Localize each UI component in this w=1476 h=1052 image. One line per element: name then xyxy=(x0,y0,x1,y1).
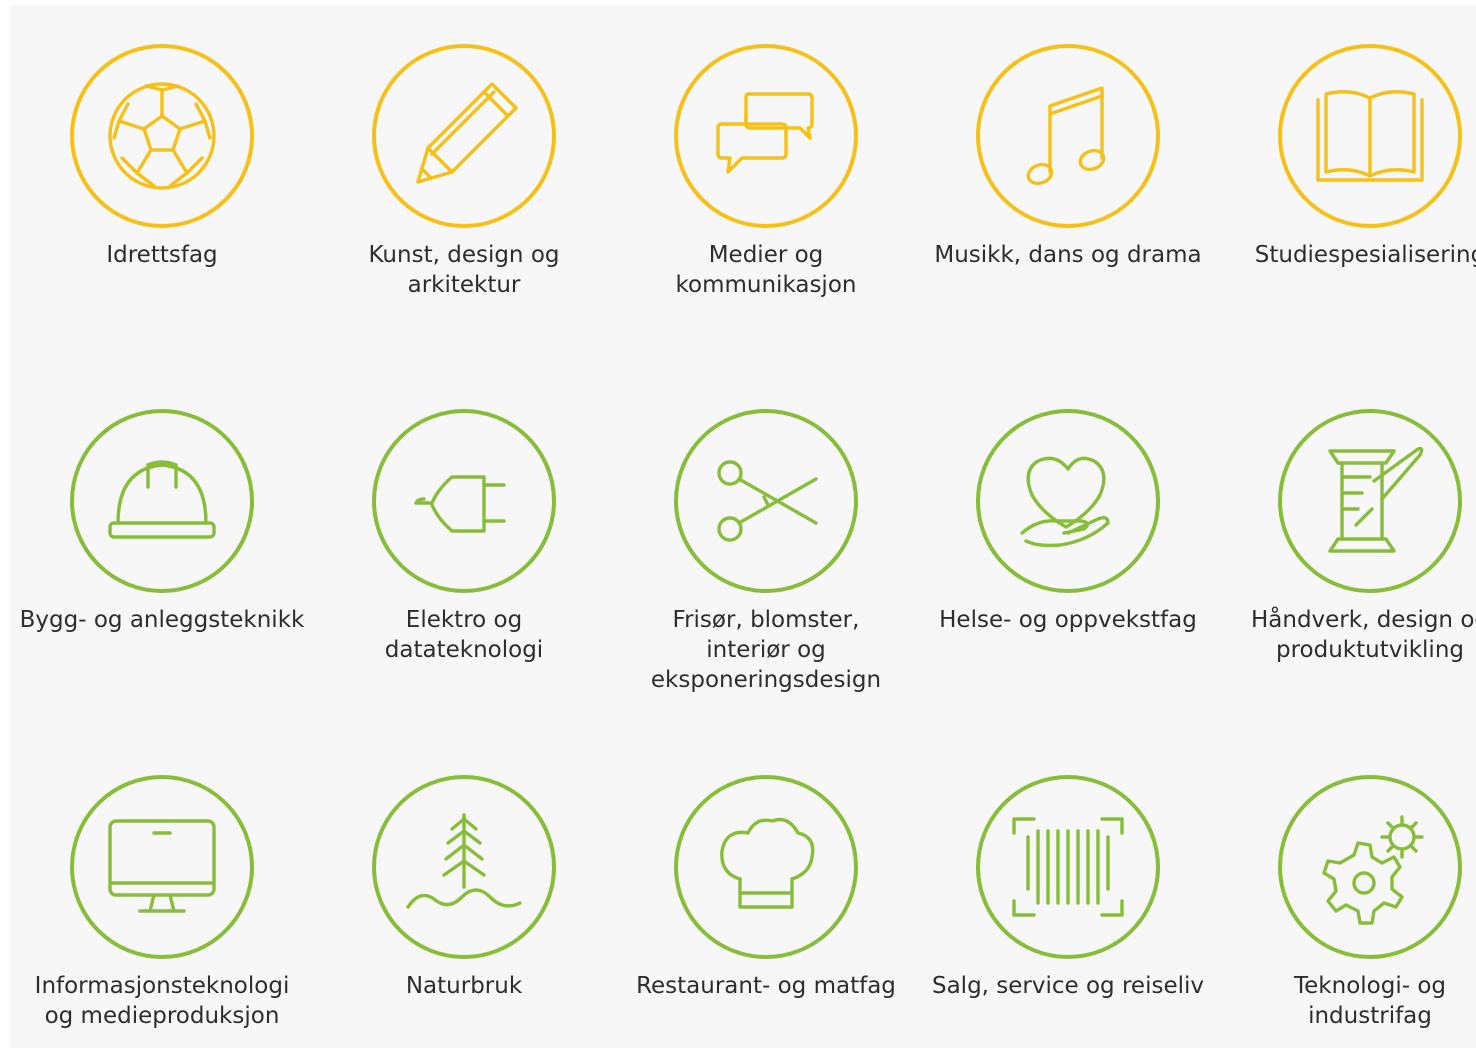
program-label: Idrettsfag xyxy=(106,242,218,268)
football-icon xyxy=(108,82,216,190)
program-label: Informasjonsteknologi og medieproduksjon xyxy=(34,973,290,1029)
program-label: Helse- og oppvekstfag xyxy=(939,607,1197,633)
monitor-icon xyxy=(108,819,216,913)
music-note-icon xyxy=(1026,86,1106,186)
icon-circle xyxy=(372,44,556,228)
barcode-icon xyxy=(1012,817,1124,917)
program-label: Musikk, dans og drama xyxy=(934,242,1202,268)
program-label: Restaurant- og matfag xyxy=(636,973,896,999)
program-label: Bygg- og anleggsteknikk xyxy=(19,607,305,633)
program-label: Elektro og datateknologi xyxy=(384,607,544,663)
gears-icon xyxy=(1322,815,1424,925)
icon-circle xyxy=(976,44,1160,228)
scissors-icon xyxy=(717,460,818,542)
icon-circle xyxy=(70,44,254,228)
program-label: Frisør, blomster, interiør og eksponerin… xyxy=(650,607,882,693)
icon-circle xyxy=(372,775,556,959)
program-label: Teknologi- og industrifag xyxy=(1294,973,1446,1029)
icon-circle xyxy=(70,775,254,959)
open-book-icon xyxy=(1316,90,1424,182)
icon-circle xyxy=(1278,44,1462,228)
icon-circle xyxy=(674,409,858,593)
program-label: Naturbruk xyxy=(405,973,523,999)
chef-hat-icon xyxy=(720,817,815,909)
electric-plug-icon xyxy=(414,475,506,533)
thread-spool-icon xyxy=(1328,446,1424,553)
program-label: Kunst, design og arkitektur xyxy=(368,242,560,298)
speech-bubbles-icon xyxy=(716,92,814,174)
icon-circle xyxy=(1278,775,1462,959)
icon-circle xyxy=(674,775,858,959)
icon-circle xyxy=(1278,409,1462,593)
pencil-icon xyxy=(416,82,518,184)
icon-circle xyxy=(70,409,254,593)
heart-in-hand-icon xyxy=(1020,456,1110,548)
study-programs-grid: Idrettsfag Kunst, design og arkitektur M… xyxy=(10,5,1476,1048)
icon-circle xyxy=(674,44,858,228)
program-label: Medier og kommunikasjon xyxy=(675,242,857,298)
icon-circle xyxy=(372,409,556,593)
hard-hat-icon xyxy=(108,460,216,539)
tree-icon xyxy=(406,813,522,909)
icon-circle xyxy=(976,409,1160,593)
program-label: Studiespesialisering xyxy=(1254,242,1476,268)
program-label: Håndverk, design og produktutvikling xyxy=(1250,607,1476,663)
icon-circle xyxy=(976,775,1160,959)
program-label: Salg, service og reiseliv xyxy=(931,973,1204,999)
